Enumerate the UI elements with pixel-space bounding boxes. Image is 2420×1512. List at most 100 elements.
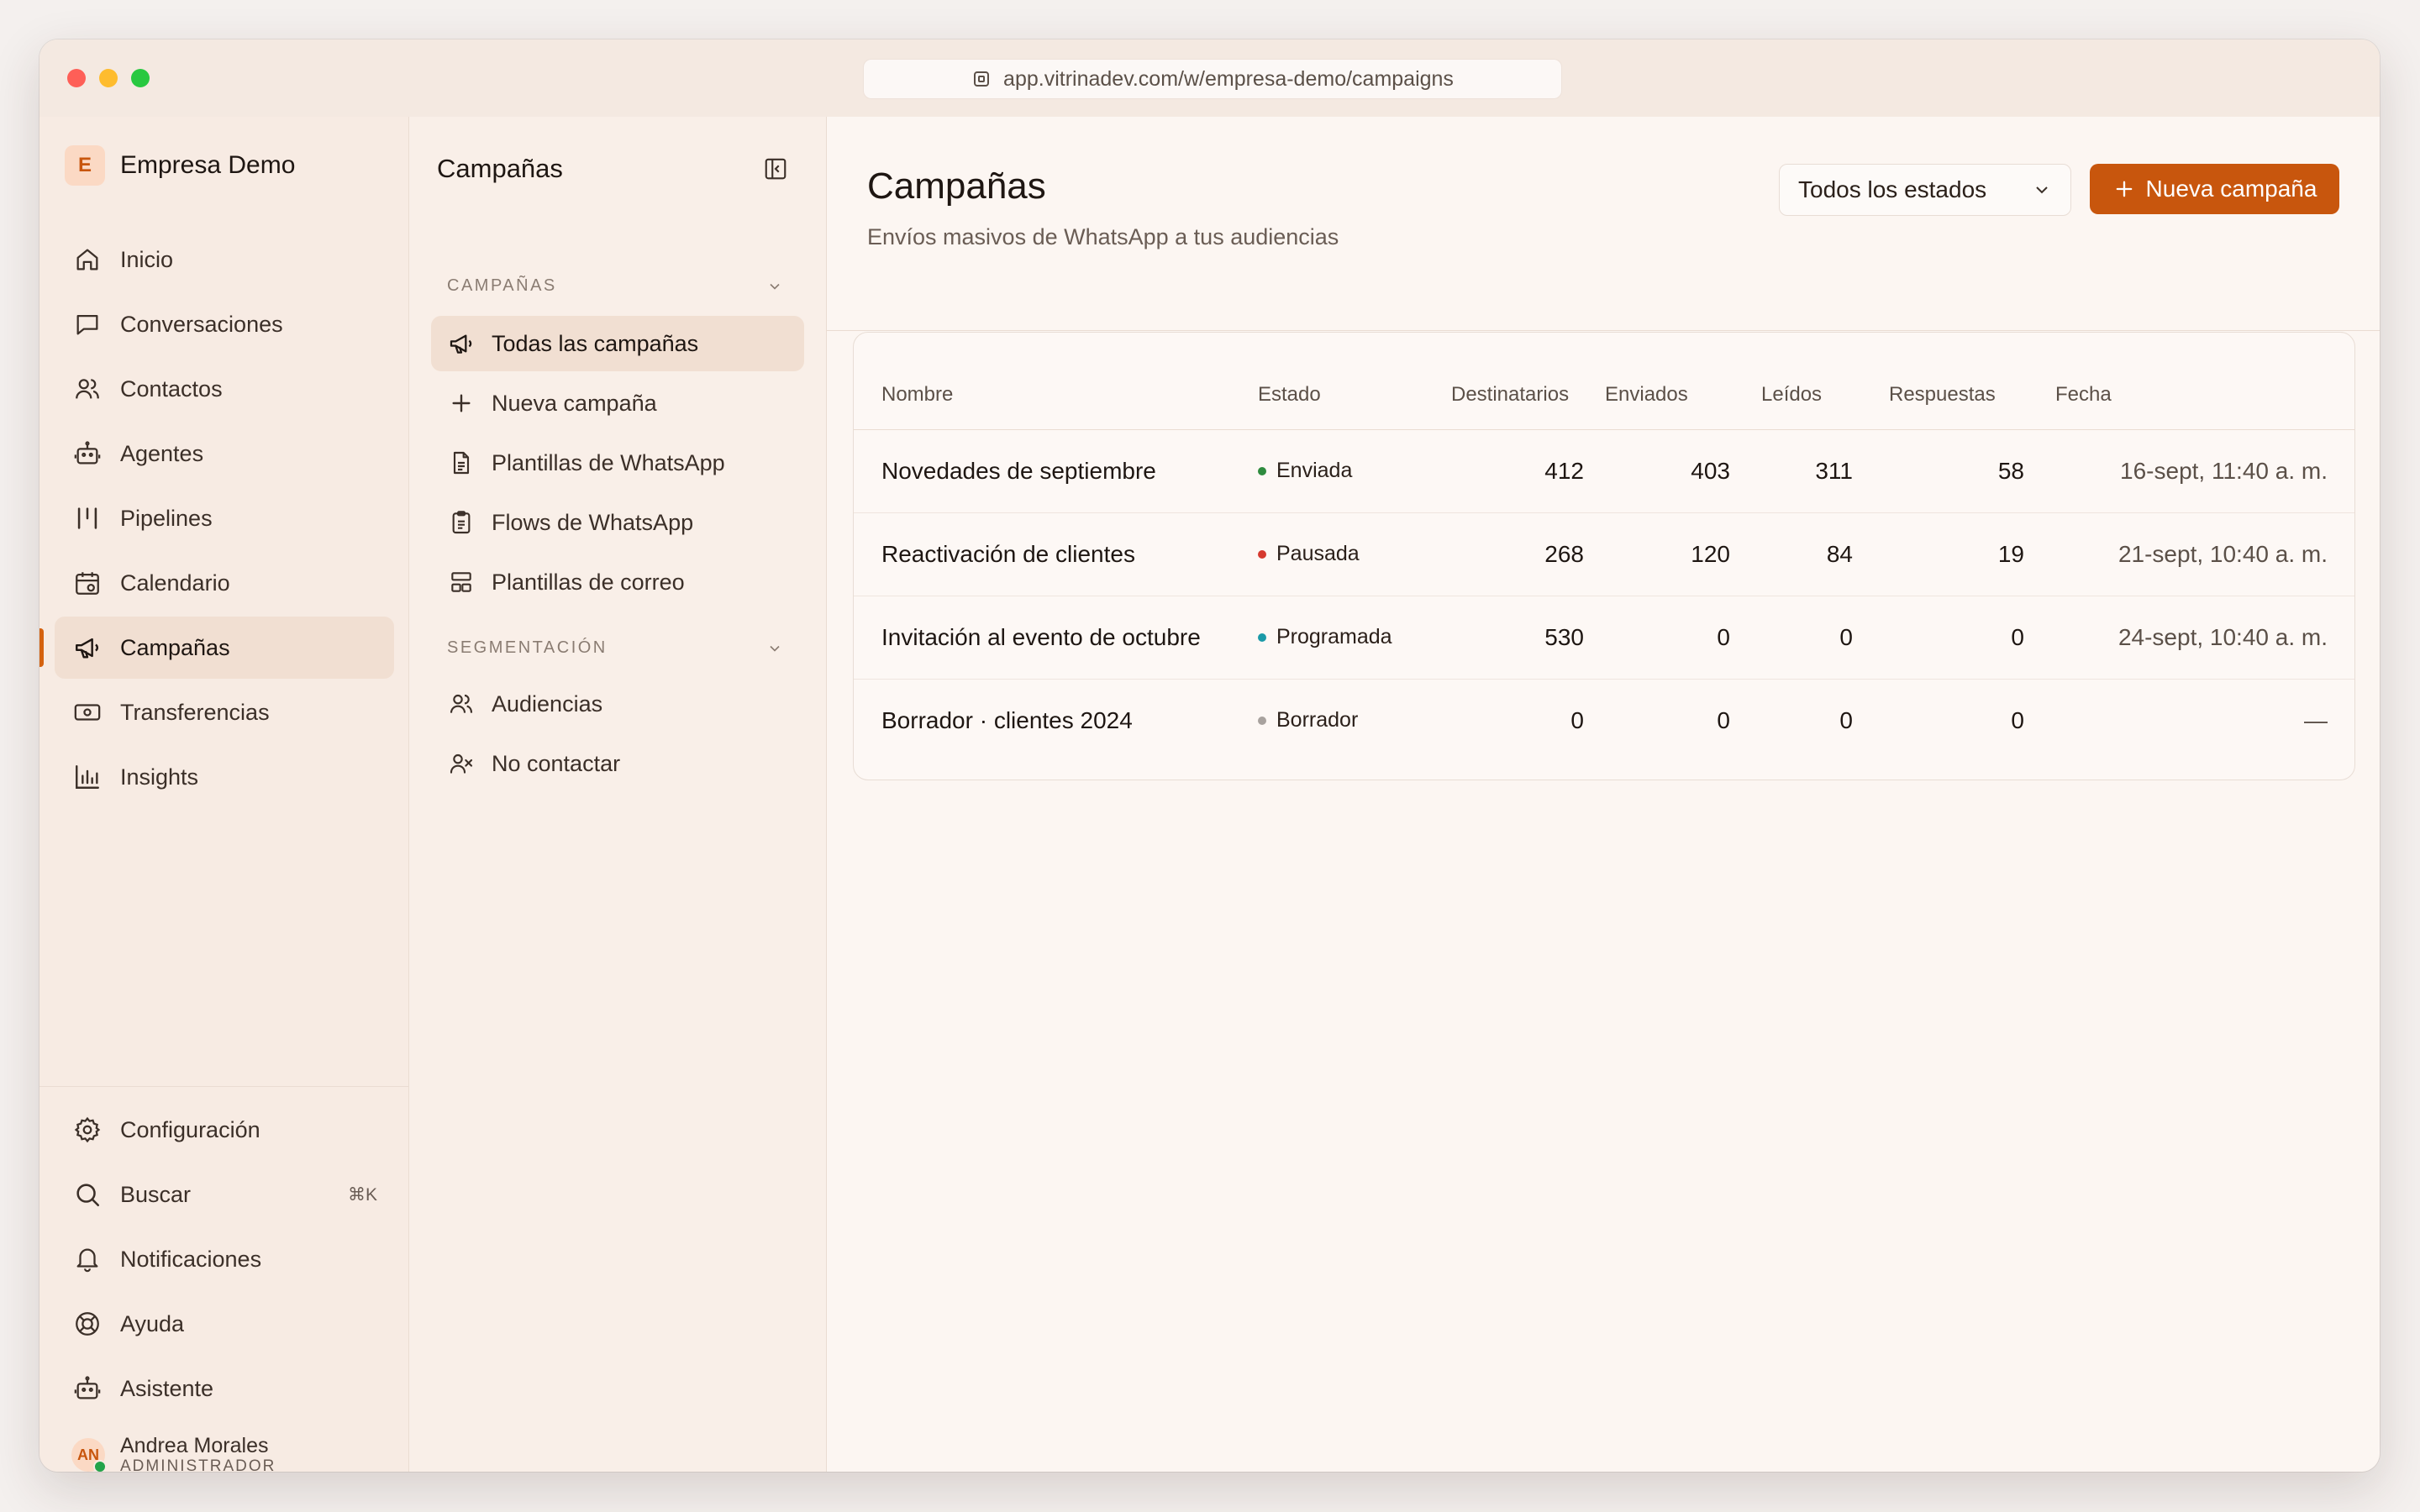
section-segmentacion-toggle[interactable]: SEGMENTACIÓN [447,638,783,658]
sidebar-collapse-icon [765,158,786,180]
sent-count: 120 [1585,512,1731,596]
active-indicator [39,628,44,667]
read-count: 0 [1839,706,1853,733]
nav-item-notificaciones[interactable]: Notificaciones [55,1228,394,1290]
campaign-name[interactable]: Invitación al evento de octubre [854,596,1257,680]
nav-item-ayuda[interactable]: Ayuda [55,1293,394,1355]
nav-item-buscar[interactable]: Buscar ⌘K [55,1163,394,1226]
sidebar-divider [39,1086,408,1087]
status-label: Borrador [1276,708,1359,732]
subnav-item-todas[interactable]: Todas las campañas [431,316,804,371]
nav-item-inicio[interactable]: Inicio [55,228,394,291]
campaign-status: Programada [1257,596,1450,680]
section-campanas-toggle[interactable]: CAMPAÑAS [447,276,783,296]
nav-item-contactos[interactable]: Contactos [55,358,394,420]
main-nav: Inicio Conversaciones Contactos Agentes … [39,228,394,811]
subnav-item-plantillas-whatsapp[interactable]: Plantillas de WhatsApp [431,435,804,491]
status-label: Pausada [1276,542,1360,565]
close-window-button[interactable] [67,69,86,87]
status-dot [1258,466,1266,475]
user-x-icon [450,753,473,774]
status-dot [1258,633,1266,642]
nav-item-label: Insights [120,764,199,790]
subnav-item-no-contactar[interactable]: No contactar [431,736,804,791]
megaphone-icon [450,334,472,354]
column-header-date[interactable]: Fecha [2025,333,2354,430]
campaign-name[interactable]: Reactivación de clientes [854,512,1257,596]
section-label: CAMPAÑAS [447,276,557,295]
campaign-date: 24-sept, 10:40 a. m. [2025,596,2354,680]
maximize-window-button[interactable] [131,69,150,87]
secondary-nav: Configuración Buscar ⌘K Notificaciones A… [55,1099,394,1422]
subnav-item-audiencias[interactable]: Audiencias [431,676,804,732]
subnav-item-plantillas-correo[interactable]: Plantillas de correo [431,554,804,610]
sent-count: 403 [1585,429,1731,513]
campaign-status: Borrador [1257,679,1450,762]
recipients-count: 268 [1450,512,1585,596]
subnav-item-label: Audiencias [492,690,603,717]
nav-item-label: Asistente [120,1375,214,1401]
column-header-read[interactable]: Leídos [1731,333,1854,430]
table-row[interactable]: Reactivación de clientes Pausada 268 120… [854,512,2354,596]
browser-window: app.vitrinadev.com/w/empresa-demo/campai… [39,39,2380,1472]
nav-item-campanas[interactable]: Campañas [39,617,394,679]
workspace-switcher[interactable]: E Empresa Demo [65,145,295,186]
user-menu[interactable]: AN Andrea Morales ADMINISTRADOR [71,1434,276,1472]
nav-item-agentes[interactable]: Agentes [55,423,394,485]
table-header-row: Nombre Estado Destinatarios Enviados Leí… [854,333,2354,430]
sent-count: 0 [1585,596,1731,680]
money-icon [74,704,101,721]
column-header-sent[interactable]: Enviados [1585,333,1731,430]
search-icon [76,1184,100,1207]
nav-item-label: Buscar [120,1181,192,1207]
subnav-item-label: No contactar [492,750,621,776]
megaphone-icon [76,638,98,659]
campaigns-table-card: Nombre Estado Destinatarios Enviados Leí… [853,332,2355,780]
subnav-item-flows[interactable]: Flows de WhatsApp [431,495,804,550]
nav-item-label: Inicio [120,246,174,272]
workspace-badge: E [65,145,105,186]
pipeline-icon [77,507,97,529]
campaign-name[interactable]: Novedades de septiembre [854,429,1257,513]
nav-item-insights[interactable]: Insights [55,746,394,808]
read-count: 311 [1731,429,1854,513]
subnav-item-nueva[interactable]: Nueva campaña [431,375,804,431]
nav-item-label: Calendario [120,570,230,596]
replies-count: 0 [2011,706,2024,733]
nav-item-pipelines[interactable]: Pipelines [55,487,394,549]
titlebar: app.vitrinadev.com/w/empresa-demo/campai… [39,39,2380,118]
replies-count: 58 [1854,429,2025,513]
nav-item-label: Configuración [120,1116,260,1142]
collapse-sidebar-button[interactable] [760,154,791,184]
site-info-icon [974,71,990,87]
plus-icon [2116,181,2132,197]
read-count: 0 [1731,596,1854,680]
gear-icon [74,1116,101,1143]
address-bar[interactable]: app.vitrinadev.com/w/empresa-demo/campai… [863,59,1562,99]
page-subtitle: Envíos masivos de WhatsApp a tus audienc… [867,224,1339,249]
column-header-status[interactable]: Estado [1257,333,1450,430]
campaign-name[interactable]: Borrador · clientes 2024 [854,679,1257,762]
nav-item-calendario[interactable]: Calendario [55,552,394,614]
table-row[interactable]: Invitación al evento de octubre Programa… [854,596,2354,680]
column-header-recipients[interactable]: Destinatarios [1450,333,1585,430]
table-row[interactable]: Novedades de septiembre Enviada 412 403 … [854,429,2354,513]
calendar-icon [76,572,99,595]
header-divider [827,330,2380,331]
nav-item-label: Campañas [120,634,230,660]
column-header-name[interactable]: Nombre [854,333,1257,430]
column-header-replies[interactable]: Respuestas [1854,333,2025,430]
nav-item-conversaciones[interactable]: Conversaciones [55,293,394,355]
status-filter-select[interactable]: Todos los estados [1779,164,2071,216]
new-campaign-button[interactable]: Nueva campaña [2090,164,2339,214]
campaign-date: 21-sept, 10:40 a. m. [2025,512,2354,596]
minimize-window-button[interactable] [99,69,118,87]
nav-item-transferencias[interactable]: Transferencias [55,681,394,743]
status-filter-value: Todos los estados [1798,176,1987,202]
clipboard-icon [452,511,471,534]
main-content: Campañas Envíos masivos de WhatsApp a tu… [827,117,2380,1472]
nav-item-configuracion[interactable]: Configuración [55,1099,394,1161]
table-row[interactable]: Borrador · clientes 2024 Borrador 0 0 0 … [854,679,2354,762]
nav-item-asistente[interactable]: Asistente [55,1357,394,1420]
plus-icon [452,394,471,412]
